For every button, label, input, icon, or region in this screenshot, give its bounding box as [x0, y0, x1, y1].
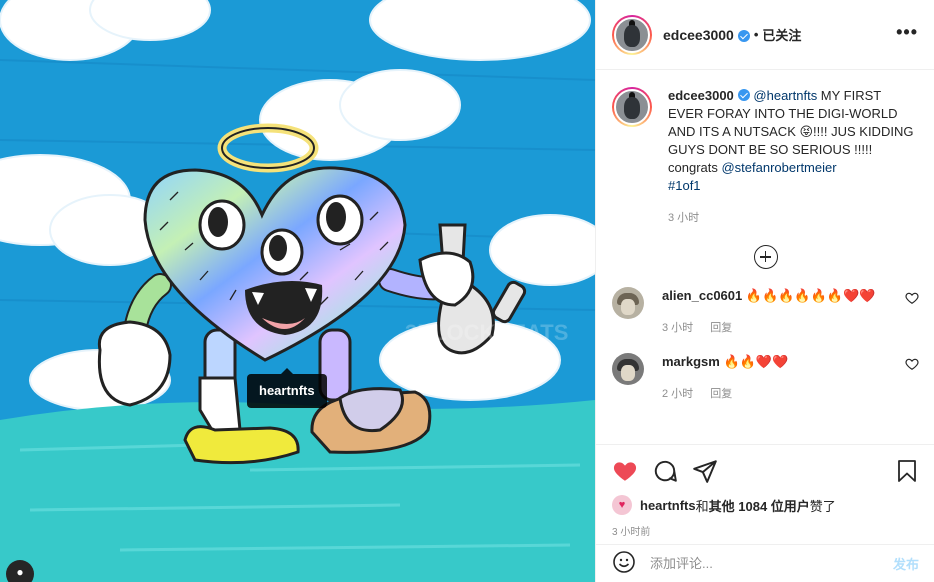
post-caption: edcee3000 @heartnfts MY FIRST EVER FORAY…	[612, 87, 919, 227]
following-button[interactable]: 已关注	[762, 25, 801, 44]
artwork-illustration: 3BLOCKBEATS	[0, 0, 595, 582]
likes-and: 和	[695, 498, 709, 514]
liker-username[interactable]: heartnfts	[640, 498, 696, 513]
emoji-smiley-icon[interactable]	[612, 550, 636, 577]
more-options-icon[interactable]: •••	[896, 23, 918, 47]
comment-text: 🔥🔥❤️❤️	[723, 354, 789, 369]
liker-avatar[interactable]: ♥	[612, 495, 632, 515]
caption-hashtag[interactable]: #1of1	[668, 178, 701, 193]
reply-button[interactable]: 回复	[710, 388, 732, 400]
load-more-comments-icon[interactable]	[753, 245, 778, 269]
post-header: edcee3000 • 已关注 •••	[596, 0, 934, 70]
likes-suffix: 赞了	[809, 498, 836, 514]
caption-mention[interactable]: @heartnfts	[753, 88, 817, 103]
post-timestamp[interactable]: 3 小时前	[612, 523, 919, 538]
comment-time[interactable]: 2 小时	[662, 388, 693, 400]
caption-mention-2[interactable]: @stefanrobertmeier	[721, 160, 836, 175]
comment-text: 🔥🔥🔥🔥🔥🔥❤️❤️	[745, 288, 876, 303]
post-comment-button[interactable]: 发布	[893, 554, 919, 573]
verified-badge-icon	[737, 29, 750, 42]
post-sidebar: edcee3000 • 已关注 ••• edcee3000 @heartnfts…	[595, 0, 934, 582]
commenter-username[interactable]: markgsm	[662, 354, 720, 369]
comments-section[interactable]: edcee3000 @heartnfts MY FIRST EVER FORAY…	[596, 71, 934, 444]
likes-summary: ♥ heartnfts 和 其他 1084 位用户 赞了	[612, 495, 919, 515]
header-separator: •	[753, 27, 759, 42]
commenter-username[interactable]: alien_cc0601	[662, 288, 742, 303]
verified-badge-icon	[737, 89, 750, 101]
user-tag-label[interactable]: heartnfts	[247, 368, 327, 408]
bookmark-save-icon[interactable]	[895, 458, 919, 484]
reply-button[interactable]: 回复	[710, 322, 732, 334]
add-comment-bar: 发布	[596, 544, 934, 582]
share-paper-plane-icon[interactable]	[692, 458, 718, 484]
like-comment-heart-icon[interactable]	[905, 291, 919, 305]
commenter-avatar[interactable]	[612, 353, 644, 385]
post-actions: ♥ heartnfts 和 其他 1084 位用户 赞了 3 小时前	[596, 444, 934, 544]
caption-avatar[interactable]	[612, 87, 652, 127]
post-image[interactable]: 3BLOCKBEATS heartnfts ●	[0, 0, 595, 582]
comment-time[interactable]: 3 小时	[662, 322, 693, 334]
comment-item: markgsm 🔥🔥❤️❤️ 2 小时 回复	[612, 353, 919, 403]
comment-bubble-icon[interactable]	[652, 458, 678, 484]
caption-time[interactable]: 3 小时	[668, 212, 699, 224]
svg-text:3BLOCKBEATS: 3BLOCKBEATS	[405, 320, 568, 345]
caption-emoji: 😝	[799, 124, 814, 139]
author-avatar[interactable]	[612, 14, 652, 55]
comment-input[interactable]	[650, 556, 893, 571]
caption-username[interactable]: edcee3000	[668, 88, 734, 103]
tagged-users-button[interactable]: ●	[6, 560, 34, 582]
commenter-avatar[interactable]	[612, 287, 644, 319]
like-heart-icon[interactable]	[612, 458, 638, 484]
likes-count-link[interactable]: 其他 1084 位用户	[709, 496, 810, 515]
author-username[interactable]: edcee3000	[663, 27, 734, 43]
comment-item: alien_cc0601 🔥🔥🔥🔥🔥🔥❤️❤️ 3 小时 回复	[612, 287, 919, 337]
like-comment-heart-icon[interactable]	[905, 357, 919, 371]
user-icon: ●	[16, 565, 24, 579]
